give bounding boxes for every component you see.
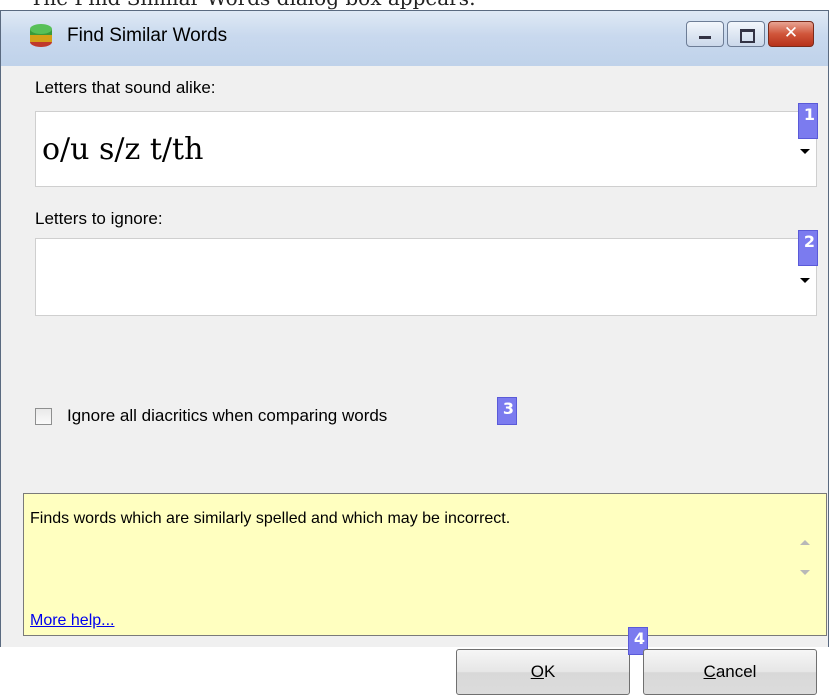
ok-button[interactable]: OK: [456, 649, 630, 695]
maximize-button[interactable]: [727, 21, 765, 47]
ok-label-rest: K: [543, 662, 556, 681]
help-panel: Finds words which are similarly spelled …: [23, 493, 827, 636]
callout-badge-1: 1: [798, 103, 818, 139]
close-button[interactable]: ✕: [768, 21, 814, 47]
cancel-mnemonic: C: [703, 662, 716, 681]
maximize-icon: [740, 29, 755, 43]
sounds-alike-label: Letters that sound alike:: [35, 78, 216, 97]
app-icon: [30, 24, 52, 47]
cancel-button[interactable]: Cancel: [643, 649, 817, 695]
help-description: Finds words which are similarly spelled …: [30, 510, 511, 527]
background-document: The Find Similar Words dialog box appear…: [0, 0, 831, 10]
more-help-link[interactable]: More help...: [30, 612, 114, 630]
minimize-icon: [699, 36, 711, 39]
chevron-down-icon[interactable]: [800, 149, 810, 154]
title-bar[interactable]: Find Similar Words ✕: [1, 11, 828, 66]
chevron-down-icon[interactable]: [800, 278, 810, 283]
find-similar-words-dialog: Find Similar Words ✕ Letters that sound …: [0, 10, 829, 695]
document-text-fragment: The Find Similar Words dialog box appear…: [30, 0, 476, 10]
ok-mnemonic: O: [530, 662, 544, 681]
ignore-letters-combobox[interactable]: [35, 238, 817, 316]
close-icon: ✕: [783, 23, 799, 43]
sounds-alike-combobox[interactable]: o/u s/z t/th: [35, 111, 817, 187]
window-controls: ✕: [683, 21, 814, 49]
ignore-diacritics-checkbox[interactable]: [35, 408, 52, 425]
window-title: Find Similar Words: [67, 25, 228, 46]
scroll-up-icon[interactable]: [800, 540, 810, 545]
callout-badge-3: 3: [497, 397, 517, 425]
dialog-body: Letters that sound alike: o/u s/z t/th 1…: [23, 66, 828, 695]
sounds-alike-value: o/u s/z t/th: [42, 132, 204, 167]
minimize-button[interactable]: [686, 21, 724, 47]
scroll-down-icon[interactable]: [800, 570, 810, 575]
ignore-diacritics-label[interactable]: Ignore all diacritics when comparing wor…: [67, 406, 387, 426]
cancel-label-rest: ancel: [715, 662, 757, 681]
callout-badge-2: 2: [798, 230, 818, 266]
ignore-letters-label: Letters to ignore:: [35, 209, 163, 228]
